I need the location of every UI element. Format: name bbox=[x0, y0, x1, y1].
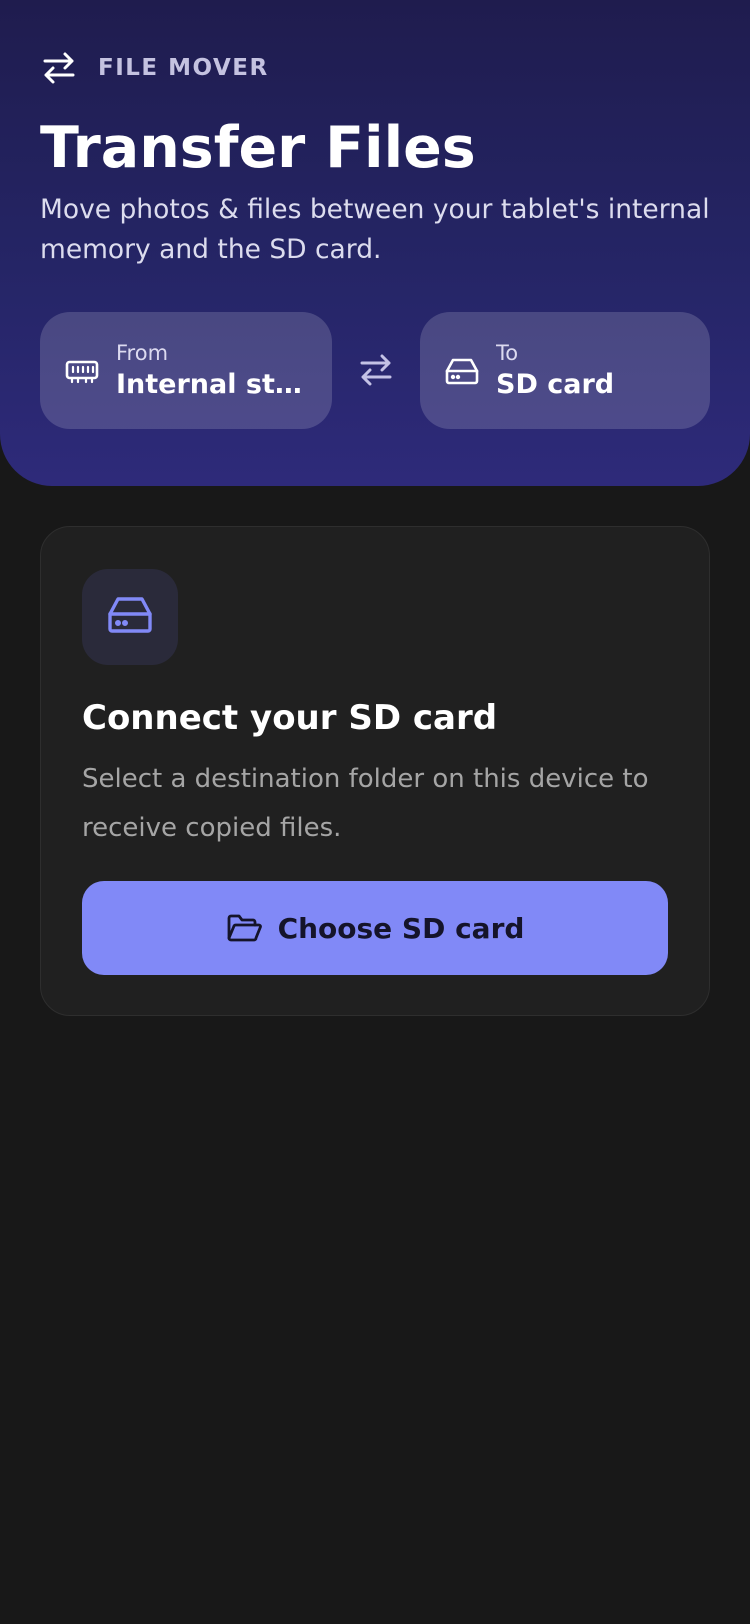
choose-sd-card-button[interactable]: Choose SD card bbox=[82, 881, 668, 975]
swap-arrows-icon bbox=[40, 50, 78, 86]
swap-arrows-icon bbox=[359, 354, 393, 390]
card-title: Connect your SD card bbox=[82, 698, 498, 738]
swap-direction-button[interactable] bbox=[354, 350, 398, 394]
drive-icon bbox=[107, 596, 153, 638]
page-subtitle: Move photos & files between your tablet'… bbox=[40, 194, 710, 265]
to-value: SD card bbox=[496, 368, 615, 400]
from-value: Internal storage bbox=[116, 368, 306, 400]
from-label: From bbox=[116, 340, 169, 365]
folder-open-icon bbox=[226, 910, 262, 946]
to-location-selector[interactable]: To SD card bbox=[420, 312, 710, 429]
from-location-selector[interactable]: From Internal storage bbox=[40, 312, 332, 429]
drive-icon bbox=[444, 353, 480, 389]
connect-sd-card-panel: Connect your SD card Select a destinatio… bbox=[40, 526, 710, 1016]
memory-chip-icon bbox=[64, 353, 100, 389]
page-title: Transfer Files bbox=[40, 115, 476, 181]
brand-label: FILE MOVER bbox=[98, 55, 269, 81]
header: FILE MOVER Transfer Files Move photos & … bbox=[0, 0, 750, 486]
card-description: Select a destination folder on this devi… bbox=[82, 764, 649, 843]
brand: FILE MOVER bbox=[40, 50, 269, 86]
choose-sd-card-label: Choose SD card bbox=[277, 911, 525, 945]
to-label: To bbox=[496, 340, 519, 365]
card-icon-container bbox=[82, 569, 178, 665]
